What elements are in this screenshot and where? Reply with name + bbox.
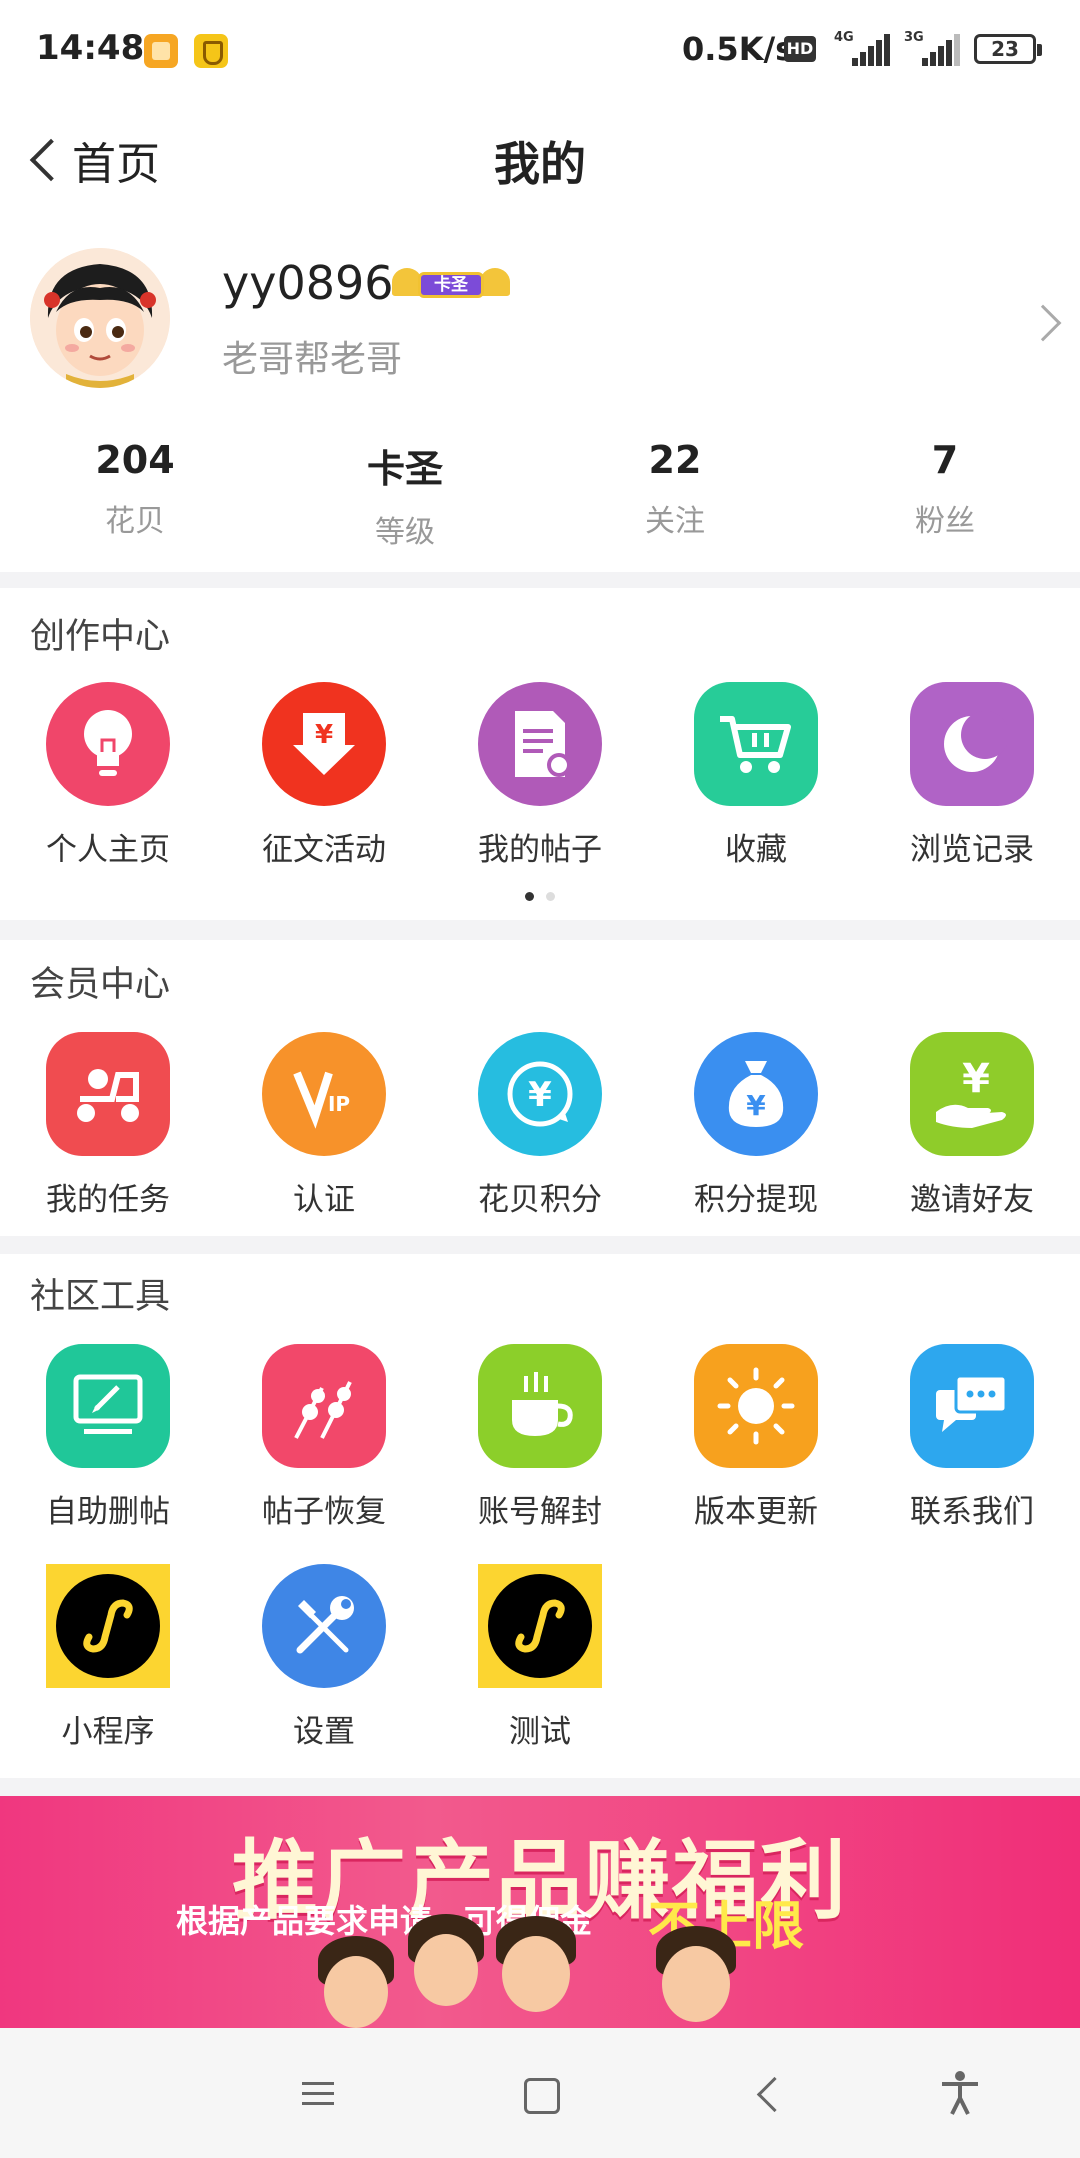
status-time: 14:48 [36, 28, 145, 68]
menu-version-update[interactable]: 版本更新 [648, 1344, 864, 1531]
menu-my-tasks[interactable]: 我的任务 [0, 1032, 216, 1219]
hd-badge: HD [784, 36, 816, 62]
svg-text:IP: IP [328, 1092, 350, 1116]
status-bar: 14:48 0.5K/s HD 4G 3G 23 [0, 0, 1080, 100]
scooter-icon [46, 1032, 170, 1156]
signal-3g-icon: 3G [904, 30, 960, 66]
accessibility-icon[interactable] [932, 2066, 988, 2122]
chat-bubbles-icon [910, 1344, 1034, 1468]
cart-icon [694, 682, 818, 806]
svg-text:¥: ¥ [962, 1056, 990, 1102]
page-indicator [0, 886, 1080, 905]
menu-essay-contest[interactable]: ¥ 征文活动 [216, 682, 432, 869]
coffee-cup-icon [478, 1344, 602, 1468]
page-dot-active[interactable] [525, 892, 534, 901]
member-center-section: 会员中心 我的任务 IP 认证 ¥ 花贝积分 ¥ 积分提现 ¥ 邀请好友 [0, 940, 1080, 1236]
page-title: 我的 [494, 137, 586, 191]
svg-text:¥: ¥ [746, 1089, 766, 1122]
monitor-edit-icon [46, 1344, 170, 1468]
stat-followers[interactable]: 7 粉丝 [810, 438, 1080, 551]
stat-huabei[interactable]: 204 花贝 [0, 438, 270, 551]
battery-icon: 23 [974, 34, 1042, 64]
menu-test[interactable]: 测试 [432, 1564, 648, 1751]
profile-card[interactable]: yy0896 卡圣 老哥帮老哥 204 花贝 卡圣 等级 22 关注 7 粉丝 [0, 220, 1080, 572]
avatar[interactable] [30, 248, 170, 388]
menu-mini-program[interactable]: 小程序 [0, 1564, 216, 1751]
menu-self-delete-post[interactable]: 自助删帖 [0, 1344, 216, 1531]
signal-4g-icon: 4G [834, 30, 890, 66]
vip-icon: IP [262, 1032, 386, 1156]
section-title-member: 会员中心 [30, 965, 171, 1005]
menu-personal-homepage[interactable]: 个人主页 [0, 682, 216, 869]
menu-favorites[interactable]: 收藏 [648, 682, 864, 869]
menu-my-posts[interactable]: 我的帖子 [432, 682, 648, 869]
network-speed: 0.5K/s [682, 30, 795, 68]
menu-account-unban[interactable]: 账号解封 [432, 1344, 648, 1531]
security-shield-icon [194, 34, 228, 68]
skewers-icon [262, 1344, 386, 1468]
community-tools-section: 社区工具 自助删帖 帖子恢复 账号解封 版本更新 联系我们 小程序 设置 测试 [0, 1254, 1080, 1778]
stat-level[interactable]: 卡圣 等级 [270, 438, 540, 551]
section-title-creation: 创作中心 [30, 617, 171, 657]
chevron-right-icon[interactable] [1024, 304, 1062, 342]
yuan-refresh-icon: ¥ [478, 1032, 602, 1156]
menu-settings[interactable]: 设置 [216, 1564, 432, 1751]
section-title-tools: 社区工具 [30, 1277, 171, 1317]
yuan-download-icon: ¥ [262, 682, 386, 806]
sun-icon [694, 1344, 818, 1468]
menu-verification[interactable]: IP 认证 [216, 1032, 432, 1219]
username: yy0896 [222, 256, 394, 310]
home-icon[interactable] [512, 2066, 568, 2122]
menu-contact-us[interactable]: 联系我们 [864, 1344, 1080, 1531]
lightbulb-icon [46, 682, 170, 806]
notification-app-icon [144, 34, 178, 68]
system-nav-bar [0, 2028, 1080, 2158]
menu-browse-history[interactable]: 浏览记录 [864, 682, 1080, 869]
wrench-screwdriver-icon [262, 1564, 386, 1688]
back-icon[interactable] [740, 2066, 796, 2122]
creation-center-section: 创作中心 个人主页 ¥ 征文活动 我的帖子 收藏 浏览记录 [0, 588, 1080, 920]
svg-text:¥: ¥ [315, 720, 333, 750]
page-dot[interactable] [546, 892, 555, 901]
top-nav-bar: 首页 我的 [0, 100, 1080, 220]
mini-program-icon [478, 1564, 602, 1688]
stat-following[interactable]: 22 关注 [540, 438, 810, 551]
mini-program-icon [46, 1564, 170, 1688]
menu-huabei-points[interactable]: ¥ 花贝积分 [432, 1032, 648, 1219]
svg-text:¥: ¥ [528, 1075, 552, 1115]
menu-invite-friends[interactable]: ¥ 邀请好友 [864, 1032, 1080, 1219]
money-bag-icon: ¥ [694, 1032, 818, 1156]
profile-stats: 204 花贝 卡圣 等级 22 关注 7 粉丝 [0, 438, 1080, 551]
document-icon [478, 682, 602, 806]
menu-post-recovery[interactable]: 帖子恢复 [216, 1344, 432, 1531]
yuan-hand-icon: ¥ [910, 1032, 1034, 1156]
rank-badge-icon: 卡圣 [392, 262, 510, 306]
moon-icon [910, 682, 1034, 806]
promo-banner[interactable]: 推广产品赚福利 根据产品要求申请，可得佣金 不上限 [0, 1796, 1080, 2028]
menu-icon[interactable] [290, 2066, 346, 2122]
menu-points-withdraw[interactable]: ¥ 积分提现 [648, 1032, 864, 1219]
user-signature: 老哥帮老哥 [222, 339, 403, 380]
